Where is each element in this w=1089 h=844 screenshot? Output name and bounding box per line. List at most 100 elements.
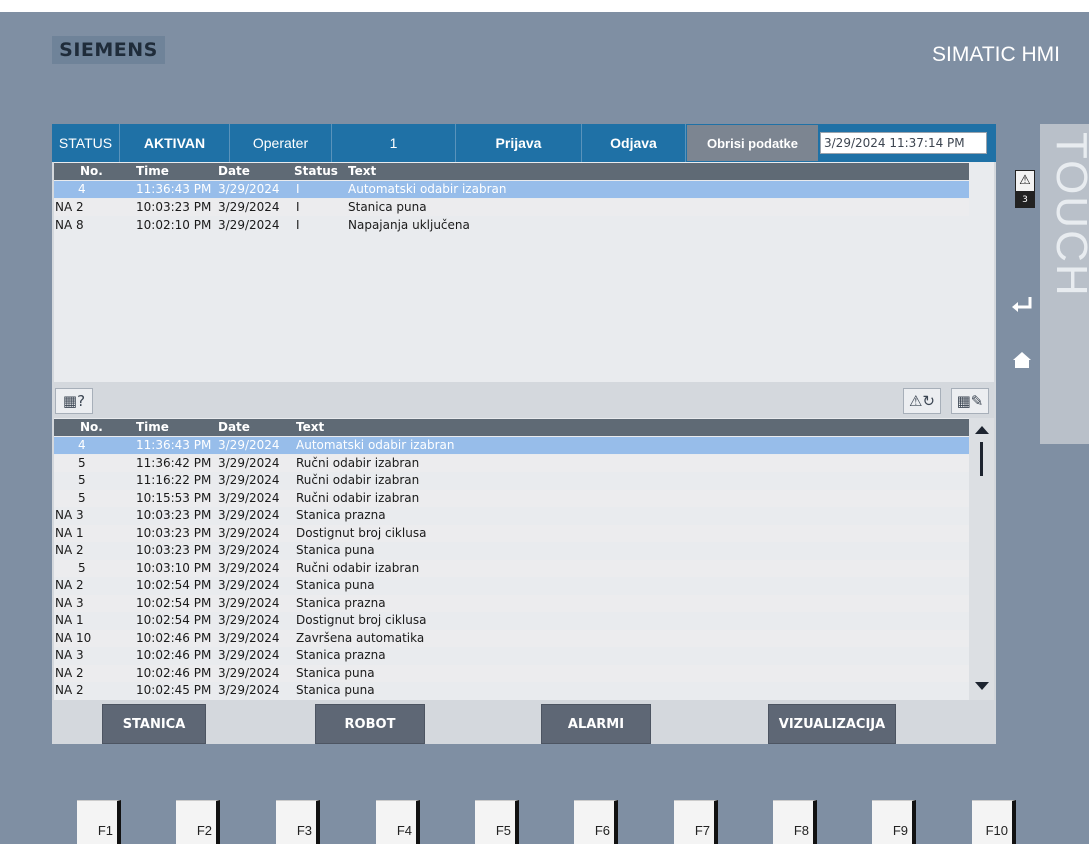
login-button[interactable]: Prijava [456,124,582,162]
scroll-thumb[interactable] [980,442,983,476]
log-row[interactable]: NA 2 10:02:45 PM 3/29/2024 Stanica puna [54,682,969,699]
col-time: Time [136,420,169,434]
log-row[interactable]: NA 10 10:02:46 PM 3/29/2024 Završena automa… [54,629,969,647]
cell-no: NA 3 [55,648,84,662]
cell-date: 3/29/2024 [218,665,280,680]
touch-label: TOUCH [1047,132,1089,298]
scrollbar[interactable] [969,418,994,700]
alarm-view[interactable]: No. Time Date Status Text 4 11:36:43 PM … [54,162,994,382]
cell-text: Napajanja uključena [348,218,470,232]
alarm-row[interactable]: NA 2 10:03:23 PM 3/29/2024 I Stanica pun… [54,199,969,216]
log-row[interactable]: 5 11:16:22 PM 3/29/2024 Ručni odabir izabra… [54,472,969,489]
cell-text: Automatski odabir izabran [296,438,455,452]
scroll-up-icon[interactable] [975,426,989,434]
function-key-f7[interactable]: F7 [674,800,718,844]
robot-button[interactable]: ROBOT [315,704,425,744]
alarm-row[interactable]: NA 8 10:02:10 PM 3/29/2024 I Napajanja u… [54,217,969,234]
cell-date: 3/29/2024 [218,455,280,470]
siemens-logo: SIEMENS [52,36,165,64]
alarm-indicator[interactable]: ⚠ 3 [1015,170,1035,210]
log-row[interactable]: NA 1 10:02:54 PM 3/29/2024 Dostignut broj c… [54,612,969,629]
user-label: Operater [230,124,332,162]
function-key-f8[interactable]: F8 [773,800,817,844]
alarm-view-header: No. Time Date Status Text [54,163,969,180]
stanica-button[interactable]: STANICA [102,704,206,744]
status-value: AKTIVAN [120,124,230,162]
cell-no: NA 2 [55,200,84,214]
function-key-f4[interactable]: F4 [376,800,420,844]
cell-text: Ručni odabir izabran [296,560,420,575]
log-row[interactable]: NA 2 10:03:23 PM 3/29/2024 Stanica puna [54,542,969,559]
log-row[interactable]: 5 11:36:42 PM 3/29/2024 Ručni odabir izabra… [54,454,969,472]
cell-time: 11:36:43 PM [136,182,212,196]
cell-text: Stanica puna [296,543,375,557]
cell-no: 4 [78,182,86,196]
hmi-panel: SIEMENS SIMATIC HMI TOUCH ⚠ 3 STATUS AKT… [0,0,1089,844]
cell-date: 3/29/2024 [218,508,280,522]
cell-time: 10:02:46 PM [136,665,212,680]
status-bar: STATUS AKTIVAN Operater 1 Prijava Odjava… [52,124,996,162]
log-row[interactable]: 5 10:15:53 PM 3/29/2024 Ručni odabir izabra… [54,489,969,507]
function-key-f2[interactable]: F2 [176,800,220,844]
col-date: Date [218,164,250,178]
cell-date: 3/29/2024 [218,525,280,540]
cell-time: 10:02:54 PM [136,613,212,627]
alarm-row[interactable]: 4 11:36:43 PM 3/29/2024 I Automatski oda… [54,181,969,198]
function-key-f1[interactable]: F1 [77,800,121,844]
touch-strip: TOUCH [1040,124,1089,444]
cell-text: Ručni odabir izabran [296,473,420,487]
log-row[interactable]: NA 3 10:02:46 PM 3/29/2024 Stanica prazna [54,647,969,664]
log-row[interactable]: NA 1 10:03:23 PM 3/29/2024 Dostignut broj c… [54,524,969,542]
col-date: Date [218,420,250,434]
cell-text: Stanica puna [296,683,375,697]
cell-time: 10:02:46 PM [136,630,212,645]
vizualizacija-button[interactable]: VIZUALIZACIJA [768,704,896,744]
log-row[interactable]: NA 3 10:02:54 PM 3/29/2024 Stanica prazna [54,594,969,612]
cell-status: I [296,182,300,196]
alarm-toolbar: ▦? ⚠↻ ▦✎ [54,382,994,418]
delete-data-button[interactable]: Obrisi podatke [687,125,818,161]
cell-no: NA 2 [55,683,84,697]
cell-date: 3/29/2024 [218,648,280,662]
log-row[interactable]: NA 2 10:02:46 PM 3/29/2024 Stanica puna [54,664,969,682]
status-label: STATUS [52,124,120,162]
cell-date: 3/29/2024 [218,683,280,697]
hmi-screen: STATUS AKTIVAN Operater 1 Prijava Odjava… [52,124,996,744]
logout-button[interactable]: Odjava [582,124,686,162]
alarm-log[interactable]: No. Time Date Text 4 11:36:43 PM 3/29/2024… [54,418,994,700]
cell-no: 5 [78,455,86,470]
log-row[interactable]: 4 11:36:43 PM 3/29/2024 Automatski odabir i… [54,437,969,454]
home-icon[interactable] [1011,350,1033,370]
cell-time: 10:15:53 PM [136,490,212,505]
log-row[interactable]: 5 10:03:10 PM 3/29/2024 Ručni odabir izabra… [54,559,969,577]
cell-date: 3/29/2024 [218,560,280,575]
cell-date: 3/29/2024 [218,613,280,627]
cell-no: NA 2 [55,543,84,557]
cell-text: Stanica puna [296,665,375,680]
log-row[interactable]: NA 3 10:03:23 PM 3/29/2024 Stanica prazna [54,507,969,524]
function-key-f6[interactable]: F6 [574,800,618,844]
cell-no: 5 [78,473,86,487]
user-level: 1 [332,124,456,162]
function-key-f5[interactable]: F5 [475,800,519,844]
cell-time: 10:03:23 PM [136,200,212,214]
alarmi-button[interactable]: ALARMI [541,704,651,744]
acknowledge-icon[interactable]: ⚠↻ [903,388,941,414]
cell-time: 10:02:10 PM [136,218,212,232]
cell-date: 3/29/2024 [218,438,280,452]
table-help-icon[interactable]: ▦? [55,388,93,414]
cell-time: 10:03:23 PM [136,543,212,557]
table-edit-icon[interactable]: ▦✎ [951,388,989,414]
cell-text: Automatski odabir izabran [348,182,507,196]
function-key-f9[interactable]: F9 [872,800,916,844]
cell-date: 3/29/2024 [218,543,280,557]
function-key-f3[interactable]: F3 [276,800,320,844]
cell-text: Ručni odabir izabran [296,490,420,505]
log-row[interactable]: NA 2 10:02:54 PM 3/29/2024 Stanica puna [54,577,969,594]
cell-date: 3/29/2024 [218,182,280,196]
enter-icon[interactable] [1008,292,1036,316]
cell-no: 5 [78,490,86,505]
function-key-f10[interactable]: F10 [972,800,1016,844]
scroll-down-icon[interactable] [975,682,989,690]
cell-no: 5 [78,560,86,575]
